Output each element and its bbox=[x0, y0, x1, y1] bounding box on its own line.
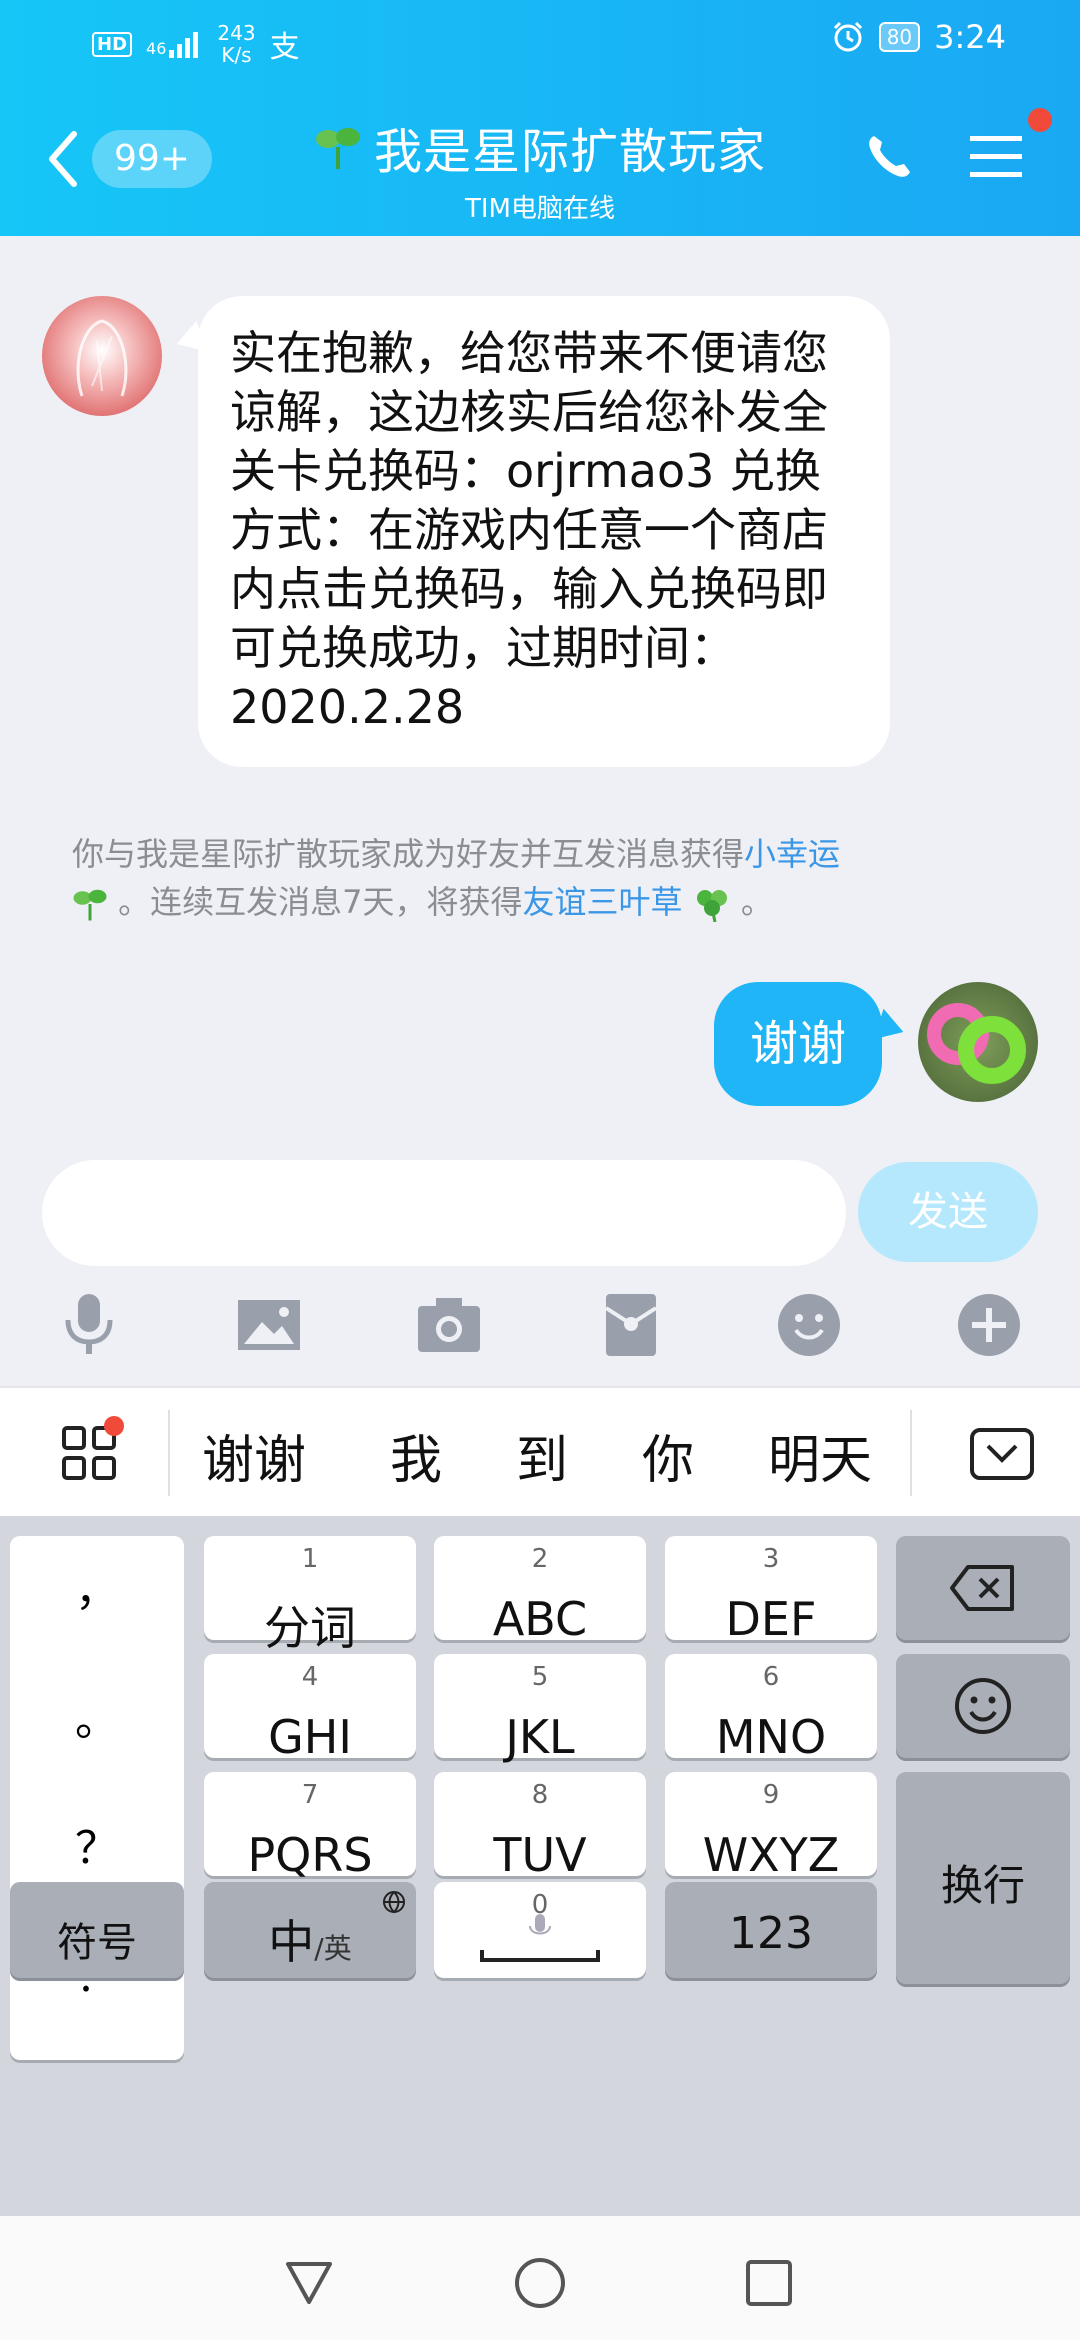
nav-back-icon[interactable] bbox=[282, 2256, 336, 2310]
key-6[interactable]: 6 MNO bbox=[665, 1654, 877, 1764]
net-speed-unit: K/s bbox=[221, 43, 252, 67]
camera-icon[interactable] bbox=[414, 1290, 484, 1360]
clock: 3:24 bbox=[934, 18, 1006, 56]
back-button[interactable] bbox=[44, 124, 84, 194]
plus-icon[interactable] bbox=[954, 1290, 1024, 1360]
enter-key[interactable]: 换行 bbox=[896, 1772, 1070, 1984]
candidate-word[interactable]: 明天 bbox=[768, 1418, 872, 1493]
red-packet-icon[interactable] bbox=[596, 1290, 666, 1360]
contact-avatar[interactable] bbox=[42, 296, 162, 416]
sprout-icon bbox=[73, 889, 107, 921]
key-2[interactable]: 2 ABC bbox=[434, 1536, 646, 1646]
candidate-word[interactable]: 谢谢 bbox=[202, 1418, 306, 1493]
keyboard-collapse-icon[interactable] bbox=[970, 1428, 1034, 1480]
nav-home-icon[interactable] bbox=[513, 2256, 567, 2310]
candidate-word[interactable]: 到 bbox=[516, 1418, 568, 1493]
punct-key[interactable]: 。 bbox=[10, 1684, 184, 1748]
unread-count-badge[interactable]: 99+ bbox=[92, 130, 212, 188]
key-4[interactable]: 4 GHI bbox=[204, 1654, 416, 1764]
send-button[interactable]: 发送 bbox=[858, 1162, 1038, 1262]
emoji-icon[interactable] bbox=[774, 1290, 844, 1360]
chat-toolbar bbox=[0, 1290, 1080, 1386]
punctuation-column[interactable]: ， 。 ？ ！ bbox=[10, 1536, 184, 2060]
avatar-image bbox=[76, 319, 128, 397]
avatar-image bbox=[927, 1003, 1026, 1084]
network-type: 46 bbox=[146, 39, 167, 58]
system-navigation-bar bbox=[0, 2216, 1080, 2340]
battery-indicator: 80 bbox=[878, 22, 921, 52]
chat-title-area[interactable]: 我是星际扩散玩家 TIM电脑在线 bbox=[260, 112, 820, 225]
signal-icon: 46 bbox=[146, 30, 203, 58]
numbers-key[interactable]: 123 bbox=[665, 1882, 877, 1978]
emoji-key[interactable] bbox=[896, 1654, 1070, 1758]
key-3[interactable]: 3 DEF bbox=[665, 1536, 877, 1646]
microphone-icon[interactable] bbox=[54, 1290, 124, 1360]
outgoing-message-bubble[interactable]: 谢谢 bbox=[714, 982, 882, 1106]
space-bar-icon bbox=[480, 1950, 600, 1962]
image-icon[interactable] bbox=[234, 1290, 304, 1360]
hd-indicator: HD bbox=[92, 31, 133, 57]
sprout-icon bbox=[315, 128, 360, 169]
message-input[interactable] bbox=[42, 1160, 846, 1266]
key-5[interactable]: 5 JKL bbox=[434, 1654, 646, 1764]
chat-title: 我是星际扩散玩家 bbox=[373, 124, 766, 180]
alarm-icon bbox=[833, 21, 862, 52]
online-status: TIM电脑在线 bbox=[465, 194, 615, 224]
nav-recents-icon[interactable] bbox=[742, 2256, 796, 2310]
backspace-icon bbox=[950, 1565, 1014, 1611]
key-8[interactable]: 8 TUV bbox=[434, 1772, 646, 1882]
language-toggle-key[interactable]: 中/英 bbox=[204, 1882, 416, 1978]
status-bar: HD 46 243 K/s 支 80 3:24 bbox=[0, 0, 1080, 84]
voice-input-icon bbox=[529, 1914, 551, 1935]
app-notification-icon: 支 bbox=[269, 30, 300, 65]
smiley-icon bbox=[955, 1678, 1011, 1734]
divider bbox=[168, 1410, 170, 1496]
clover-link[interactable]: 友谊三叶草 bbox=[523, 883, 683, 921]
net-speed-value: 243 bbox=[217, 21, 256, 45]
t9-keyboard: ， 。 ？ ！ 1分词 2ABC 3DEF 4GHI 5JKL 6MNO 7PQ… bbox=[0, 1516, 1080, 2216]
space-key[interactable]: 0 bbox=[434, 1882, 646, 1978]
incoming-message-bubble[interactable]: 实在抱歉，给您带来不便请您谅解，这边核实后给您补发全关卡兑换码：orjrmao3… bbox=[198, 296, 890, 767]
symbols-key[interactable]: 符号 bbox=[10, 1882, 184, 1978]
divider bbox=[910, 1410, 912, 1496]
menu-badge-dot bbox=[1028, 108, 1052, 132]
ime-candidate-bar: 谢谢 我 到 你 明天 bbox=[0, 1386, 1080, 1516]
candidate-word[interactable]: 我 bbox=[390, 1418, 442, 1493]
net-speed: 243 K/s bbox=[217, 22, 255, 66]
key-1[interactable]: 1 分词 bbox=[204, 1536, 416, 1655]
my-avatar[interactable] bbox=[918, 982, 1038, 1102]
phone-icon[interactable] bbox=[862, 130, 916, 184]
lucky-link[interactable]: 小幸运 bbox=[744, 835, 840, 873]
clover-icon bbox=[696, 890, 727, 922]
candidate-word[interactable]: 你 bbox=[642, 1418, 694, 1493]
friendship-system-message: 你与我是星际扩散玩家成为好友并互发消息获得小幸运 。连续互发消息7天，将获得友谊… bbox=[72, 835, 841, 922]
punct-key[interactable]: ， bbox=[10, 1554, 184, 1618]
ime-menu-badge-dot bbox=[104, 1416, 124, 1436]
key-7[interactable]: 7 PQRS bbox=[204, 1772, 416, 1882]
backspace-key[interactable] bbox=[896, 1536, 1070, 1640]
menu-icon[interactable] bbox=[968, 132, 1024, 182]
punct-key[interactable]: ？ bbox=[10, 1812, 184, 1876]
chat-header: HD 46 243 K/s 支 80 3:24 99+ 我是星际扩散玩家 TIM… bbox=[0, 0, 1080, 236]
key-9[interactable]: 9 WXYZ bbox=[665, 1772, 877, 1882]
